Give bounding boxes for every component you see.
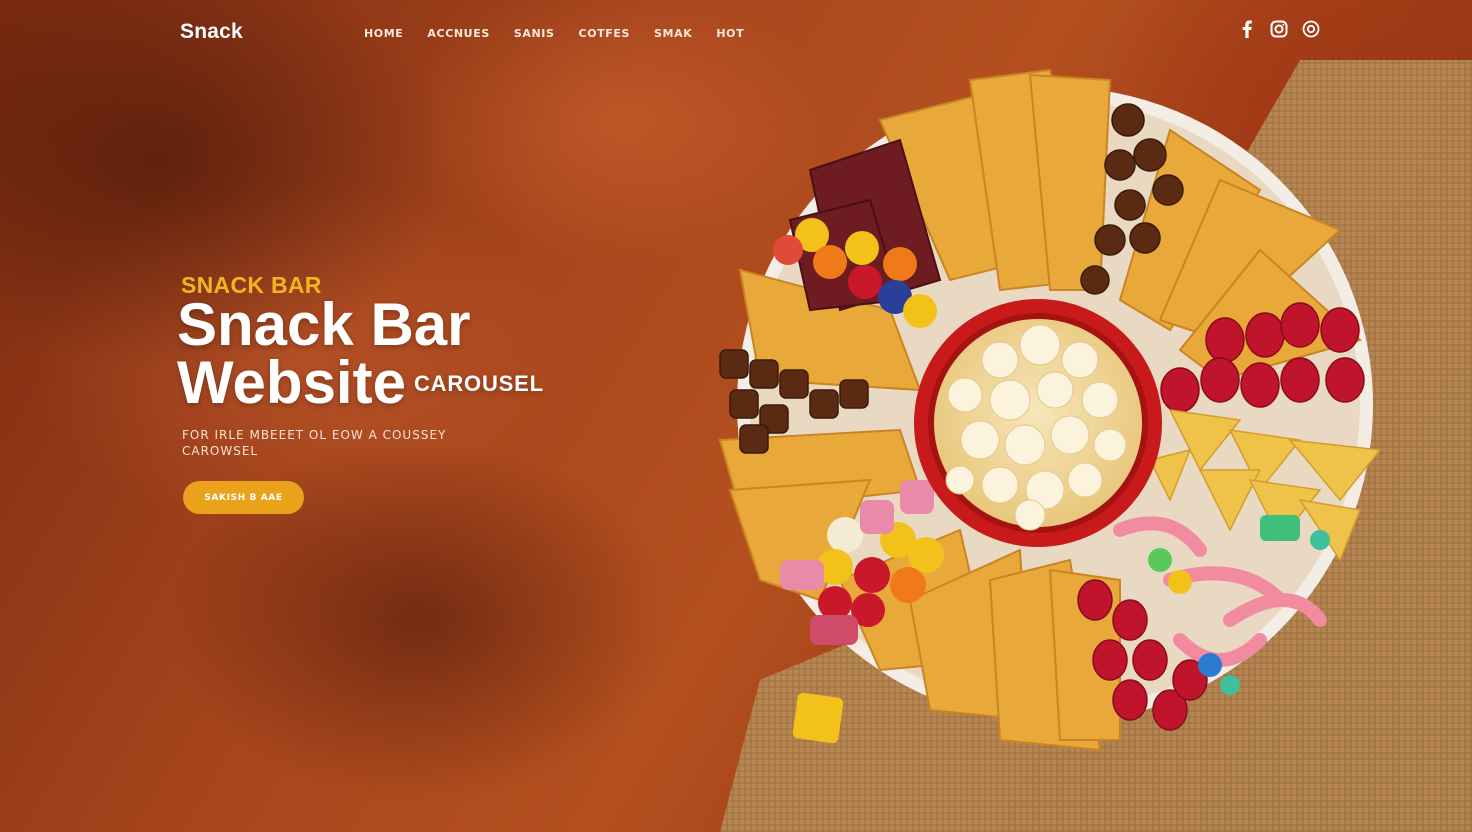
headline-line-2-text: Website [177,349,406,416]
headline-line-2: Website CAROUSEL [177,353,544,413]
nav-item-accnues[interactable]: ACCNUES [427,27,489,40]
site-logo[interactable]: Snack [180,20,243,44]
nav-item-hot[interactable]: HOT [716,27,744,40]
social-links [1237,19,1321,39]
main-nav: HOME ACCNUES SANIS COTFES SMAK HOT [364,27,744,40]
instagram-icon[interactable] [1269,19,1289,39]
facebook-icon[interactable] [1237,19,1257,39]
nav-item-smak[interactable]: SMAK [654,27,692,40]
pinterest-icon[interactable] [1301,19,1321,39]
snack-platter-image [700,60,1472,832]
site-header: Snack HOME ACCNUES SANIS COTFES SMAK HOT [0,0,1472,64]
hero-cta-button[interactable]: SAKISH B AAE [183,481,304,514]
nav-item-sanis[interactable]: SANIS [514,27,555,40]
hero-headline: Snack Bar Website CAROUSEL [177,291,544,413]
headline-line-1: Snack Bar [177,291,471,358]
headline-suffix: CAROUSEL [413,371,544,396]
snack-platter-illustration [718,60,1472,832]
nav-item-cotfes[interactable]: COTFES [579,27,630,40]
nav-item-home[interactable]: HOME [364,27,403,40]
hero-subtitle: FOR IRLE MBEEET OL EOW A COUSSEY CAROWSE… [182,428,447,458]
